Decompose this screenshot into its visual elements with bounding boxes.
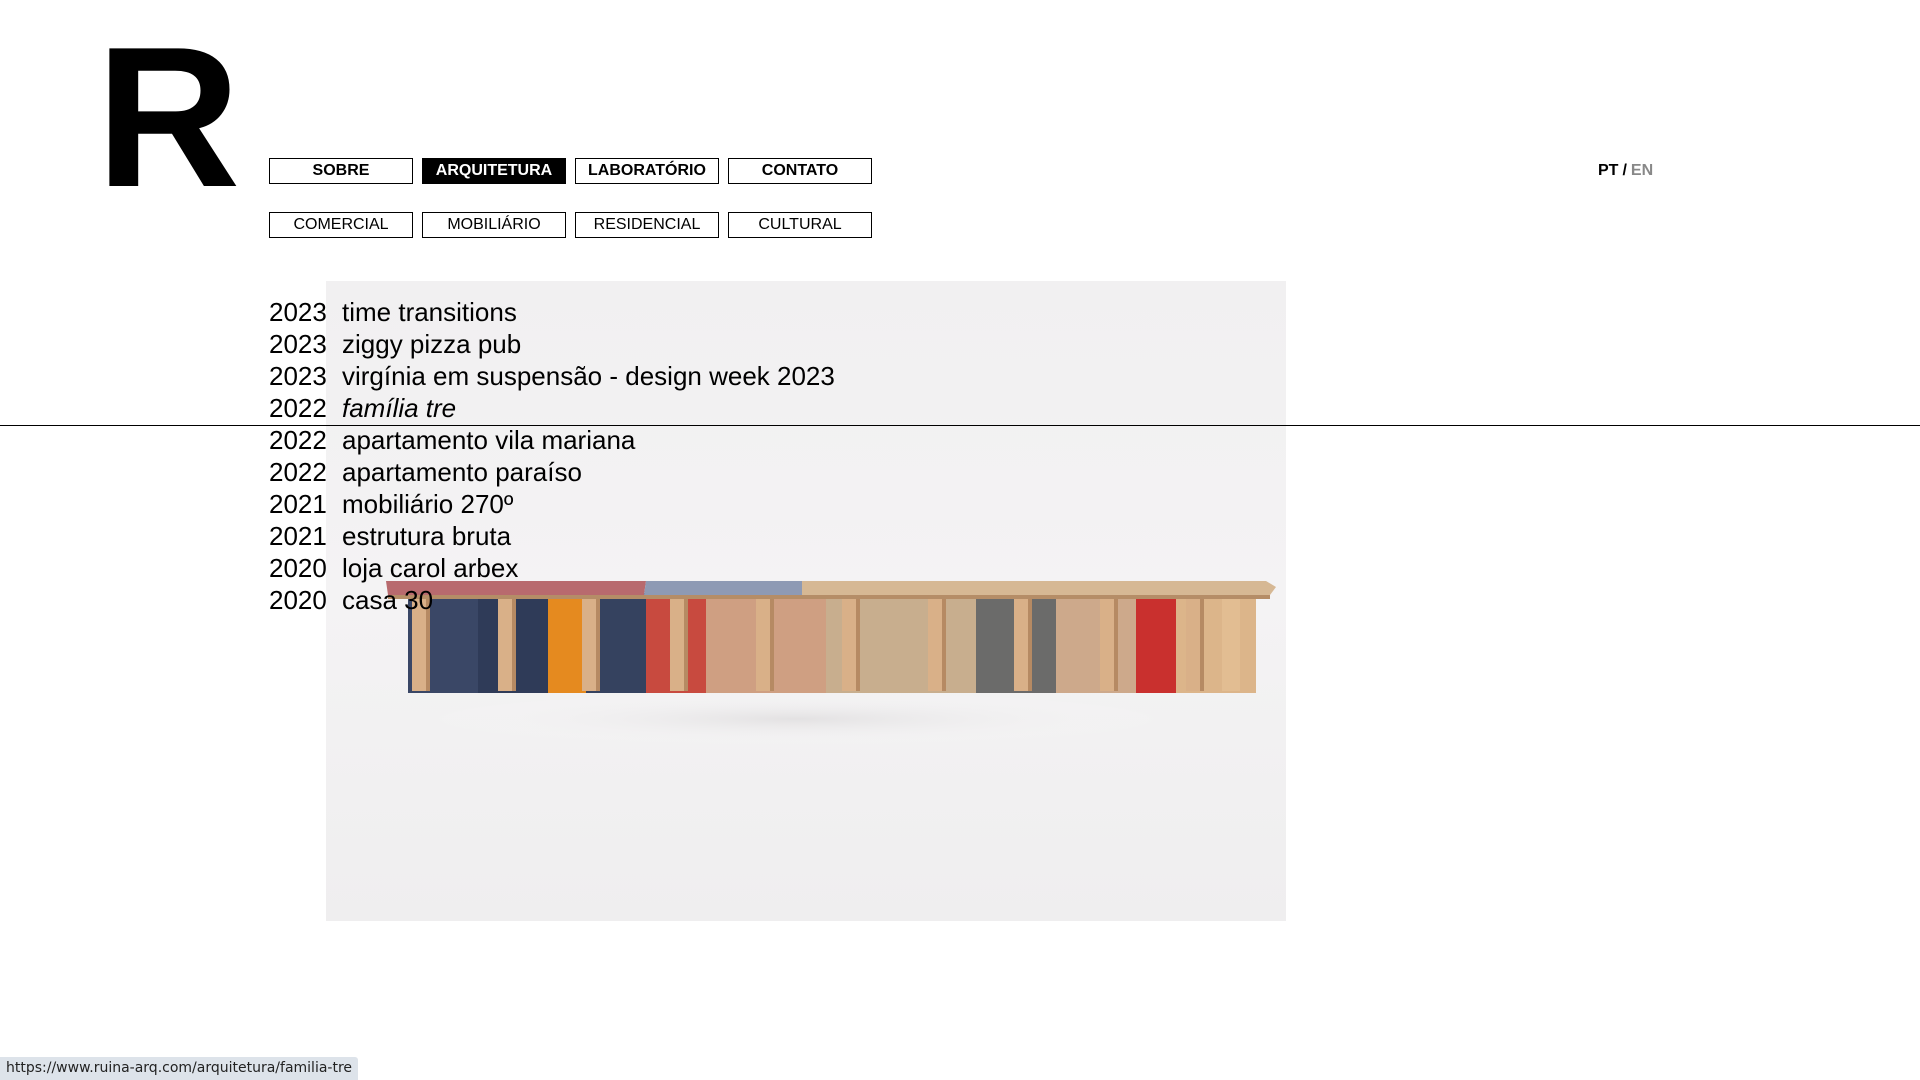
project-year: 2023 [269, 297, 327, 327]
project-link[interactable]: 2020 casa 30 [269, 584, 835, 616]
project-title: virgínia em suspensão - design week 2023 [342, 361, 835, 391]
project-year: 2023 [269, 329, 327, 359]
project-link[interactable]: 2023 virgínia em suspensão - design week… [269, 360, 835, 392]
project-year: 2021 [269, 521, 327, 551]
project-link[interactable]: 2022 apartamento paraíso [269, 456, 835, 488]
project-link[interactable]: 2022 apartamento vila mariana [269, 424, 835, 456]
nav-arquitetura-button[interactable]: ARQUITETURA [422, 158, 566, 184]
browser-status-url: https://www.ruina-arq.com/arquitetura/fa… [0, 1057, 359, 1080]
site-logo[interactable]: R [96, 18, 240, 218]
lang-pt-link[interactable]: PT [1598, 162, 1618, 179]
project-year: 2022 [269, 393, 327, 423]
main-nav: SOBRE ARQUITETURA LABORATÓRIO CONTATO [269, 158, 872, 184]
project-title: apartamento vila mariana [342, 425, 636, 455]
project-link[interactable]: 2020 loja carol arbex [269, 552, 835, 584]
nav-contato-button[interactable]: CONTATO [728, 158, 872, 184]
project-year: 2021 [269, 489, 327, 519]
filter-residencial-button[interactable]: RESIDENCIAL [575, 212, 719, 238]
project-year: 2023 [269, 361, 327, 391]
project-year: 2022 [269, 457, 327, 487]
project-title: ziggy pizza pub [342, 329, 522, 359]
nav-laboratorio-button[interactable]: LABORATÓRIO [575, 158, 719, 184]
project-link[interactable]: 2023 ziggy pizza pub [269, 328, 835, 360]
project-year: 2020 [269, 585, 327, 615]
lang-en-link[interactable]: EN [1631, 162, 1653, 179]
category-filter-nav: COMERCIAL MOBILIÁRIO RESIDENCIAL CULTURA… [269, 212, 872, 238]
lang-separator: / [1622, 162, 1627, 179]
project-title: casa 30 [342, 585, 434, 615]
project-title: família tre [342, 393, 457, 423]
project-link[interactable]: 2021 mobiliário 270º [269, 488, 835, 520]
project-title: loja carol arbex [342, 553, 519, 583]
project-link[interactable]: 2021 estrutura bruta [269, 520, 835, 552]
project-list: 2023 time transitions 2023 ziggy pizza p… [269, 296, 835, 616]
language-switcher: PT / EN [1598, 162, 1653, 180]
project-title: time transitions [342, 297, 517, 327]
nav-sobre-button[interactable]: SOBRE [269, 158, 413, 184]
filter-mobiliario-button[interactable]: MOBILIÁRIO [422, 212, 566, 238]
project-link-hovered[interactable]: 2022 família tre [269, 392, 835, 424]
project-year: 2020 [269, 553, 327, 583]
project-link[interactable]: 2023 time transitions [269, 296, 835, 328]
filter-comercial-button[interactable]: COMERCIAL [269, 212, 413, 238]
project-title: estrutura bruta [342, 521, 512, 551]
project-year: 2022 [269, 425, 327, 455]
filter-cultural-button[interactable]: CULTURAL [728, 212, 872, 238]
project-title: mobiliário 270º [342, 489, 514, 519]
project-title: apartamento paraíso [342, 457, 582, 487]
